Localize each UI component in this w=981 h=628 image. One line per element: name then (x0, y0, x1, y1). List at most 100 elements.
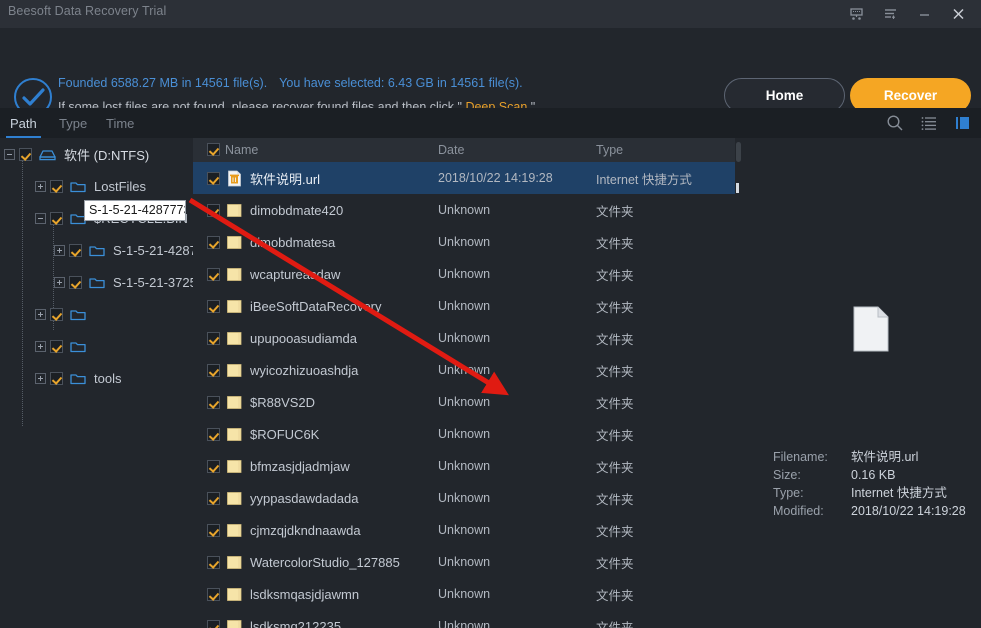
tree-checkbox[interactable] (50, 212, 63, 225)
cart-icon[interactable] (839, 0, 873, 28)
tree-checkbox[interactable] (50, 372, 63, 385)
tree-checkbox[interactable] (69, 276, 82, 289)
view-toolbar (885, 108, 973, 138)
tree-expander-plus-icon[interactable] (54, 277, 65, 288)
tree-checkbox[interactable] (50, 308, 63, 321)
row-checkbox[interactable] (207, 268, 220, 281)
tree-node-sid-1[interactable]: S-1-5-21-4287773 (0, 234, 193, 266)
tree-checkbox[interactable] (50, 340, 63, 353)
row-checkbox[interactable] (207, 556, 220, 569)
preview-panel: Filename: 软件说明.url Size: 0.16 KB Type: I… (741, 138, 981, 628)
document-icon (853, 306, 889, 352)
row-checkbox[interactable] (207, 396, 220, 409)
row-checkbox[interactable] (207, 492, 220, 505)
row-checkbox[interactable] (207, 300, 220, 313)
tree-node-sid-2[interactable]: S-1-5-21-3725027( (0, 266, 193, 298)
tree-node-tools[interactable]: tools (0, 362, 193, 394)
file-list-header: Name Date Type S (193, 138, 741, 162)
table-row[interactable]: $R88VS2D Unknown 文件夹 (193, 386, 741, 418)
file-type: 文件夹 (596, 329, 634, 348)
folder-icon (226, 586, 243, 603)
tree-expander-plus-icon[interactable] (35, 309, 46, 320)
row-checkbox[interactable] (207, 524, 220, 537)
tree-checkbox[interactable] (69, 244, 82, 257)
row-checkbox[interactable] (207, 236, 220, 249)
tree-checkbox[interactable] (19, 148, 32, 161)
file-date: Unknown (438, 267, 490, 281)
file-name: upupooasudiamda (250, 331, 357, 346)
row-checkbox[interactable] (207, 204, 220, 217)
tree-expander-plus-icon[interactable] (54, 245, 65, 256)
folder-icon (70, 180, 86, 193)
file-date: Unknown (438, 299, 490, 313)
tree-node-unnamed-2[interactable] (0, 330, 193, 362)
tab-type[interactable]: Type (55, 108, 91, 138)
folder-icon (226, 490, 243, 507)
table-row[interactable]: yyppasdawdadada Unknown 文件夹 (193, 482, 741, 514)
table-row[interactable]: wyicozhizuoashdja Unknown 文件夹 (193, 354, 741, 386)
folder-icon (226, 458, 243, 475)
file-name: lsdksmq212235 (250, 619, 341, 628)
search-icon[interactable] (885, 113, 905, 133)
tree-checkbox[interactable] (50, 180, 63, 193)
file-date: Unknown (438, 491, 490, 505)
folder-icon (226, 266, 243, 283)
table-row[interactable]: cjmzqjdkndnaawda Unknown 文件夹 (193, 514, 741, 546)
folder-icon (70, 372, 86, 385)
tree-expander-plus-icon[interactable] (35, 373, 46, 384)
table-row[interactable]: bfmzasjdjadmjaw Unknown 文件夹 (193, 450, 741, 482)
table-row[interactable]: lsdksmq212235 Unknown 文件夹 (193, 610, 741, 628)
list-view-icon[interactable] (919, 113, 939, 133)
column-header-name[interactable]: Name (225, 143, 258, 157)
tree-expander-plus-icon[interactable] (35, 341, 46, 352)
menu-list-icon[interactable] (873, 0, 907, 28)
file-type: 文件夹 (596, 457, 634, 476)
tab-time[interactable]: Time (102, 108, 138, 138)
file-type: 文件夹 (596, 489, 634, 508)
table-row[interactable]: $ROFUC6K Unknown 文件夹 (193, 418, 741, 450)
row-checkbox[interactable] (207, 620, 220, 628)
row-checkbox[interactable] (207, 332, 220, 345)
preview-label-filename: Filename: (773, 448, 851, 466)
tree-node-label: LostFiles (94, 179, 146, 194)
table-row[interactable]: upupooasudiamda Unknown 文件夹 (193, 322, 741, 354)
table-row[interactable]: WatercolorStudio_127885 Unknown 文件夹 (193, 546, 741, 578)
minimize-icon[interactable] (907, 0, 941, 28)
tree-node-unnamed-1[interactable] (0, 298, 193, 330)
row-checkbox[interactable] (207, 588, 220, 601)
table-row[interactable]: dimobdmate420 Unknown 文件夹 (193, 194, 741, 226)
file-date: Unknown (438, 555, 490, 569)
file-type: 文件夹 (596, 265, 634, 284)
table-row[interactable]: iBeeSoftDataRecovery Unknown 文件夹 (193, 290, 741, 322)
table-row[interactable]: wcaptureasdaw Unknown 文件夹 (193, 258, 741, 290)
tab-path[interactable]: Path (6, 108, 41, 138)
column-header-type[interactable]: Type (596, 143, 623, 157)
select-all-checkbox[interactable] (207, 143, 220, 156)
row-checkbox[interactable] (207, 460, 220, 473)
close-icon[interactable] (941, 0, 975, 28)
file-date: Unknown (438, 395, 490, 409)
file-name: iBeeSoftDataRecovery (250, 299, 382, 314)
tree-expander-plus-icon[interactable] (35, 181, 46, 192)
tree-node-drive[interactable]: 软件 (D:NTFS) (0, 138, 193, 170)
row-checkbox[interactable] (207, 172, 220, 185)
tree-expander-minus-icon[interactable] (4, 149, 15, 160)
table-row[interactable]: dimobdmatesa Unknown 文件夹 (193, 226, 741, 258)
row-checkbox[interactable] (207, 364, 220, 377)
preview-value-size: 0.16 KB (851, 466, 895, 484)
table-row[interactable]: 软件说明.url 2018/10/22 14:19:28 Internet 快捷… (193, 162, 741, 194)
file-name: 软件说明.url (250, 169, 320, 188)
tree-node-label: S-1-5-21-4287773 (113, 243, 193, 258)
file-date: Unknown (438, 235, 490, 249)
row-checkbox[interactable] (207, 428, 220, 441)
tree-expander-minus-icon[interactable] (35, 213, 46, 224)
file-name: bfmzasjdjadmjaw (250, 459, 350, 474)
preview-info-table: Filename: 软件说明.url Size: 0.16 KB Type: I… (773, 448, 966, 520)
file-type: 文件夹 (596, 393, 634, 412)
column-header-date[interactable]: Date (438, 143, 464, 157)
table-row[interactable]: lsdksmqasjdjawmn Unknown 文件夹 (193, 578, 741, 610)
folder-icon (226, 298, 243, 315)
file-type: 文件夹 (596, 361, 634, 380)
tree-node-lostfiles[interactable]: LostFiles (0, 170, 193, 202)
preview-panel-icon[interactable] (953, 113, 973, 133)
